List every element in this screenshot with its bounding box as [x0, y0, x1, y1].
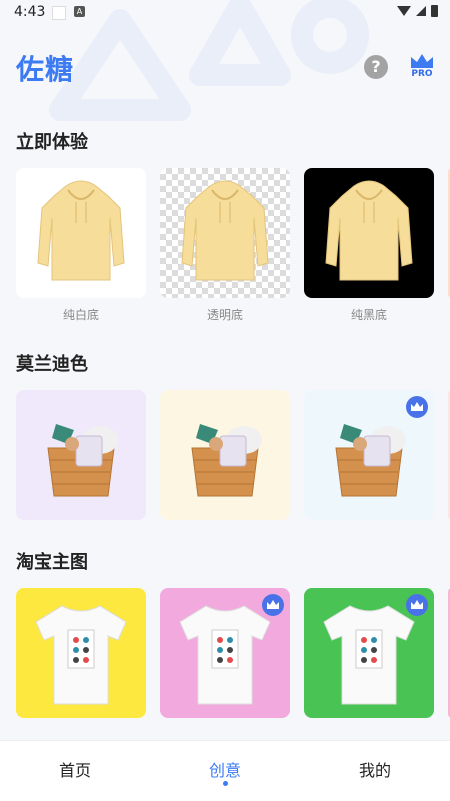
- crown-icon: [411, 402, 423, 411]
- caption-black: 纯黑底: [350, 308, 387, 322]
- vip-crown-badge: [406, 594, 428, 616]
- status-time: 4:43: [14, 4, 46, 20]
- help-button[interactable]: ?: [364, 55, 388, 79]
- bottom-tab-bar: 首页 创意 我的: [0, 740, 450, 801]
- morandi-row: [16, 390, 434, 520]
- transparent-background-card[interactable]: [160, 168, 290, 298]
- vip-crown-badge: [262, 594, 284, 616]
- app-title: 佐糖: [16, 53, 75, 86]
- taobao-card-pink[interactable]: [160, 588, 290, 718]
- crown-icon: [411, 54, 433, 68]
- keyboard-a-icon: A: [74, 6, 85, 17]
- taobao-card-yellow[interactable]: [16, 588, 146, 718]
- section-title-morandi: 莫兰迪色: [16, 354, 88, 375]
- hoodie-image: [325, 180, 413, 281]
- hoodie-image: [181, 180, 269, 281]
- header: 佐糖: [16, 48, 74, 88]
- wifi-icon: [397, 6, 411, 16]
- pro-label: PRO: [411, 69, 433, 79]
- try-now-row: [16, 168, 434, 298]
- taobao-row: [16, 588, 434, 718]
- crown-icon: [411, 600, 423, 609]
- tab-home-label: 首页: [58, 761, 91, 780]
- tab-creative-label: 创意: [208, 761, 241, 780]
- taobao-card-green[interactable]: [304, 588, 434, 718]
- vip-crown-badge: [406, 396, 428, 418]
- morandi-card-purple[interactable]: [16, 390, 146, 520]
- tab-mine-label: 我的: [358, 761, 391, 780]
- crown-icon: [267, 600, 279, 609]
- morandi-card-blue[interactable]: [304, 390, 434, 520]
- active-tab-indicator: [223, 781, 228, 786]
- basket-image: [191, 424, 262, 497]
- tab-creative[interactable]: 创意: [150, 741, 300, 801]
- tshirt-image: [35, 605, 127, 705]
- tab-home[interactable]: 首页: [0, 741, 150, 801]
- signal-icon: [416, 6, 426, 16]
- basket-image: [47, 424, 118, 497]
- notification-icon: [52, 6, 66, 20]
- pro-button[interactable]: PRO: [408, 52, 436, 82]
- tab-mine[interactable]: 我的: [300, 741, 450, 801]
- section-title-taobao: 淘宝主图: [16, 552, 88, 573]
- battery-icon: [431, 5, 438, 17]
- white-background-card[interactable]: [16, 168, 146, 298]
- caption-white: 纯白底: [62, 308, 99, 322]
- morandi-card-cream[interactable]: [160, 390, 290, 520]
- black-background-card[interactable]: [304, 168, 434, 298]
- hoodie-image: [37, 180, 125, 281]
- status-bar: 4:43 A: [0, 0, 450, 26]
- section-title-try-now: 立即体验: [16, 132, 88, 153]
- caption-transparent: 透明底: [206, 308, 243, 322]
